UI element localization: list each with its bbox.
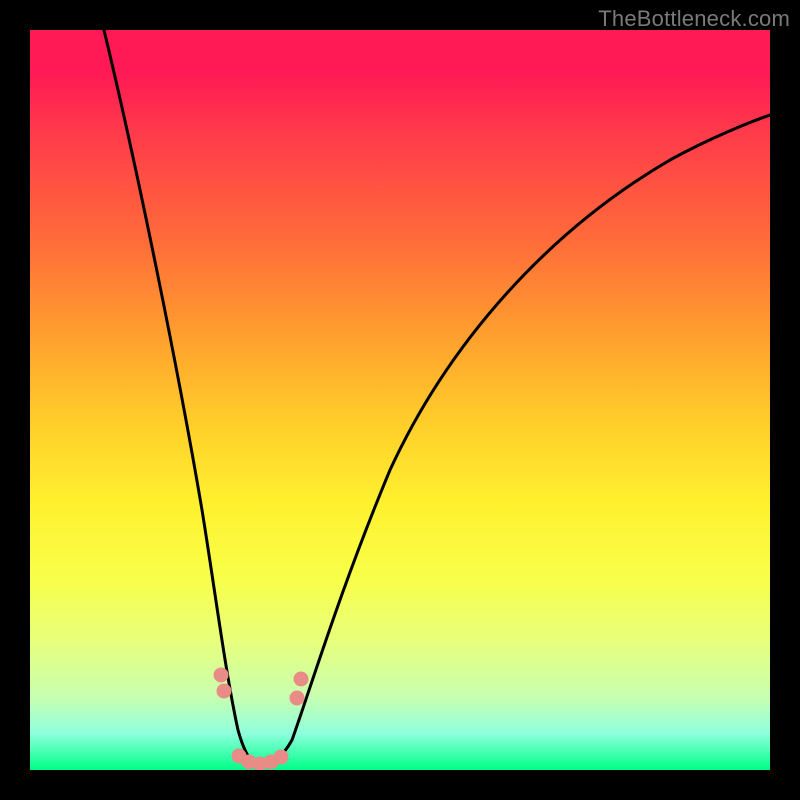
plot-area (30, 30, 770, 770)
watermark-text: TheBottleneck.com (598, 6, 790, 32)
chart-frame: TheBottleneck.com (0, 0, 800, 800)
bottleneck-curve (30, 30, 770, 770)
curve-path (104, 30, 770, 766)
